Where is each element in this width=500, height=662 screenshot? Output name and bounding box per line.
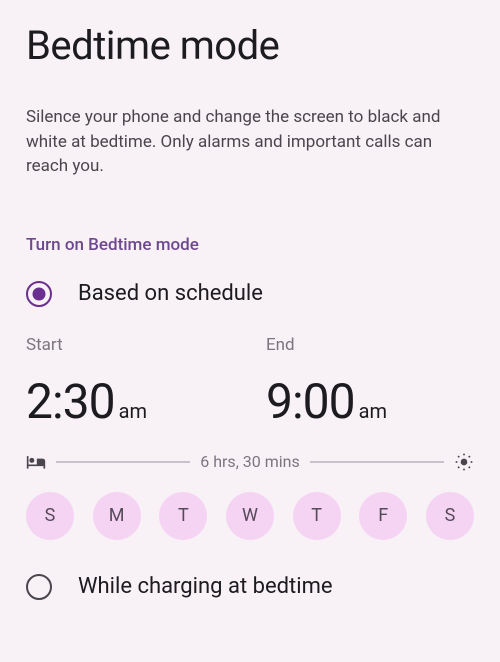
start-time-block[interactable]: Start 2:30 am xyxy=(26,335,234,430)
start-time: 2:30 xyxy=(26,373,115,430)
duration-text: 6 hrs, 30 mins xyxy=(200,452,300,471)
sun-icon xyxy=(454,452,474,472)
radio-charging[interactable] xyxy=(26,574,52,600)
duration-line-right xyxy=(310,461,444,463)
start-label: Start xyxy=(26,335,234,355)
schedule-section: Start 2:30 am End 9:00 am 6 hrs, 30 mins… xyxy=(26,335,474,540)
day-thu[interactable]: T xyxy=(293,492,341,540)
day-tue[interactable]: T xyxy=(159,492,207,540)
day-mon[interactable]: M xyxy=(93,492,141,540)
section-label: Turn on Bedtime mode xyxy=(26,235,474,255)
option-based-on-schedule[interactable]: Based on schedule xyxy=(26,281,474,307)
radio-schedule[interactable] xyxy=(26,281,52,307)
end-time-block[interactable]: End 9:00 am xyxy=(234,335,474,430)
duration-line-left xyxy=(56,461,190,463)
day-wed[interactable]: W xyxy=(226,492,274,540)
days-row: S M T W T F S xyxy=(26,492,474,540)
option-while-charging[interactable]: While charging at bedtime xyxy=(26,574,474,600)
day-sat[interactable]: S xyxy=(426,492,474,540)
option-charging-label: While charging at bedtime xyxy=(78,574,333,599)
bed-icon xyxy=(26,452,46,472)
page-title: Bedtime mode xyxy=(26,22,474,69)
end-label: End xyxy=(266,335,474,355)
start-ampm: am xyxy=(119,399,147,423)
day-sun[interactable]: S xyxy=(26,492,74,540)
option-schedule-label: Based on schedule xyxy=(78,281,263,306)
description-text: Silence your phone and change the screen… xyxy=(26,105,474,179)
day-fri[interactable]: F xyxy=(359,492,407,540)
duration-row: 6 hrs, 30 mins xyxy=(26,452,474,472)
end-time: 9:00 xyxy=(266,373,355,430)
end-ampm: am xyxy=(359,399,387,423)
